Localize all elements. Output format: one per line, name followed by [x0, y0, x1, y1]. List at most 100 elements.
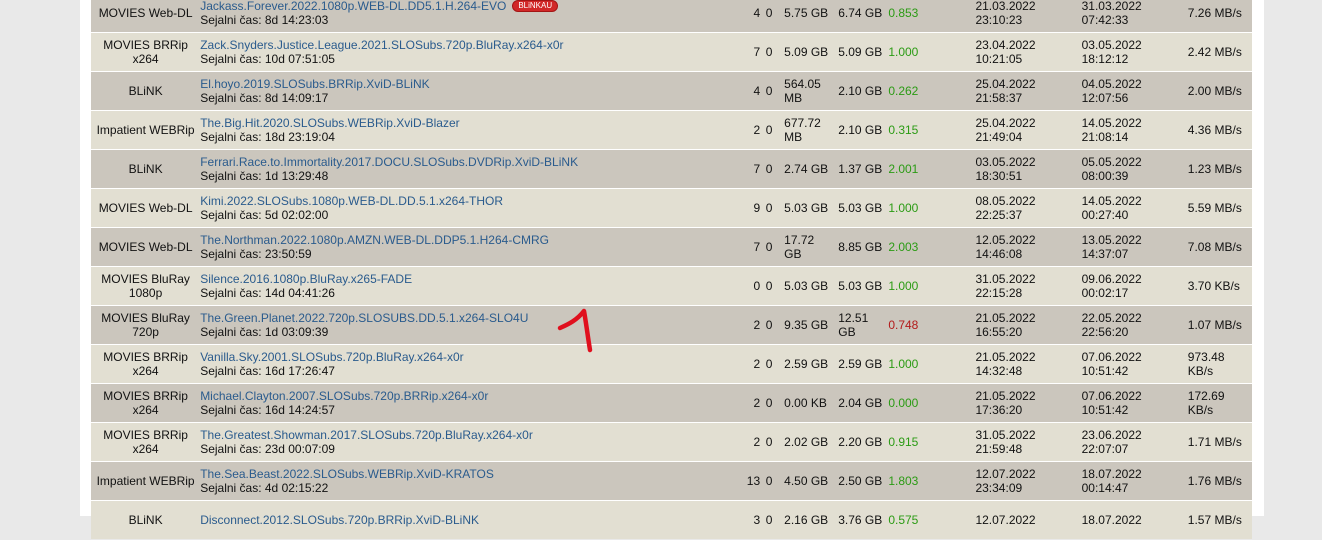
completed-cell: 14.05.2022 21:08:14 — [1081, 111, 1188, 149]
size-cell: 1.37 GB — [834, 150, 887, 188]
name-cell: Ferrari.Race.to.Immortality.2017.DOCU.SL… — [200, 150, 743, 188]
category-label: MOVIES BRRip x264 — [103, 428, 188, 456]
speed-cell: 7.26 MB/s — [1187, 0, 1252, 32]
seed-time: Sejalni čas: 23:50:59 — [200, 247, 312, 261]
size-cell: 5.03 GB — [834, 189, 887, 227]
torrent-link[interactable]: Michael.Clayton.2007.SLOSubs.720p.BRRip.… — [200, 389, 742, 403]
group-badge: BLiNKAU — [512, 0, 559, 12]
torrent-link[interactable]: The.Green.Planet.2022.720p.SLOSUBS.DD.5.… — [200, 311, 742, 325]
leechers-cell: 0 — [760, 462, 779, 500]
name-cell: Zack.Snyders.Justice.League.2021.SLOSubs… — [200, 33, 743, 71]
size-cell: 12.51 GB — [834, 306, 887, 344]
table-row: Impatient WEBRip The.Sea.Beast.2022.SLOSu… — [91, 462, 1252, 500]
category-cell: BLiNK — [91, 501, 201, 539]
size-cell: 2.04 GB — [834, 384, 887, 422]
category-label: BLiNK — [128, 513, 163, 527]
torrent-link[interactable]: Ferrari.Race.to.Immortality.2017.DOCU.SL… — [200, 155, 742, 169]
downloaded-cell: 677.72 MB — [778, 111, 835, 149]
name-cell: The.Sea.Beast.2022.SLOSubs.WEBRip.XviD-K… — [200, 462, 743, 500]
downloaded-cell: 5.03 GB — [778, 267, 835, 305]
torrent-link[interactable]: Kimi.2022.SLOSubs.1080p.WEB-DL.DD.5.1.x2… — [200, 194, 742, 208]
category-cell: MOVIES BRRip x264 — [91, 345, 201, 383]
category-label: MOVIES Web-DL — [98, 201, 193, 215]
downloaded-cell: 5.03 GB — [778, 189, 835, 227]
speed-cell: 5.59 MB/s — [1187, 189, 1252, 227]
ratio-cell: 0.262 — [886, 72, 976, 110]
name-cell: The.Big.Hit.2020.SLOSubs.WEBRip.XviD-Bla… — [200, 111, 743, 149]
category-label: Impatient WEBRip — [96, 123, 195, 137]
leechers-cell: 0 — [760, 150, 779, 188]
torrent-link[interactable]: The.Northman.2022.1080p.AMZN.WEB-DL.DDP5… — [200, 233, 742, 247]
completed-cell: 07.06.2022 10:51:42 — [1081, 384, 1188, 422]
added-cell: 12.07.2022 — [975, 501, 1082, 539]
seeders-cell: 13 — [742, 462, 761, 500]
category-label: Impatient WEBRip — [96, 474, 195, 488]
table-row: BLiNK Disconnect.2012.SLOSubs.720p.BRRip.… — [91, 501, 1252, 539]
leechers-cell: 0 — [760, 0, 779, 32]
name-cell: Jackass.Forever.2022.1080p.WEB-DL.DD5.1.… — [200, 0, 743, 32]
category-cell: MOVIES BRRip x264 — [91, 33, 201, 71]
seeders-cell: 3 — [742, 501, 761, 539]
torrent-link[interactable]: Disconnect.2012.SLOSubs.720p.BRRip.XviD-… — [200, 513, 742, 527]
category-label: BLiNK — [128, 162, 163, 176]
size-cell: 2.50 GB — [834, 462, 887, 500]
size-cell: 3.76 GB — [834, 501, 887, 539]
name-cell: Michael.Clayton.2007.SLOSubs.720p.BRRip.… — [200, 384, 743, 422]
name-cell: The.Northman.2022.1080p.AMZN.WEB-DL.DDP5… — [200, 228, 743, 266]
torrent-link[interactable]: The.Big.Hit.2020.SLOSubs.WEBRip.XviD-Bla… — [200, 116, 742, 130]
leechers-cell: 0 — [760, 267, 779, 305]
speed-cell: 2.00 MB/s — [1187, 72, 1252, 110]
leechers-cell: 0 — [760, 72, 779, 110]
table-row: MOVIES BRRip x264 Zack.Snyders.Justice.Le… — [91, 33, 1252, 71]
name-cell: Disconnect.2012.SLOSubs.720p.BRRip.XviD-… — [200, 501, 743, 539]
added-cell: 25.04.2022 21:58:37 — [975, 72, 1082, 110]
added-cell: 03.05.2022 18:30:51 — [975, 150, 1082, 188]
size-cell: 5.03 GB — [834, 267, 887, 305]
name-cell: Vanilla.Sky.2001.SLOSubs.720p.BluRay.x26… — [200, 345, 743, 383]
speed-cell: 1.71 MB/s — [1187, 423, 1252, 461]
downloaded-cell: 17.72 GB — [778, 228, 835, 266]
torrent-link[interactable]: The.Sea.Beast.2022.SLOSubs.WEBRip.XviD-K… — [200, 467, 742, 481]
ratio-cell: 0.915 — [886, 423, 976, 461]
completed-cell: 13.05.2022 14:37:07 — [1081, 228, 1188, 266]
category-label: BLiNK — [128, 84, 163, 98]
seeders-cell: 0 — [742, 267, 761, 305]
speed-cell: 172.69 KB/s — [1187, 384, 1252, 422]
seed-time: Sejalni čas: 16d 14:24:57 — [200, 403, 335, 417]
speed-cell: 7.08 MB/s — [1187, 228, 1252, 266]
category-label: MOVIES Web-DL — [98, 240, 193, 254]
table-row: BLiNK El.hoyo.2019.SLOSubs.BRRip.XviD-BLi… — [91, 72, 1252, 110]
category-cell: MOVIES BluRay 720p — [91, 306, 201, 344]
speed-cell: 973.48 KB/s — [1187, 345, 1252, 383]
ratio-cell: 2.001 — [886, 150, 976, 188]
added-cell: 12.05.2022 14:46:08 — [975, 228, 1082, 266]
table-row: Impatient WEBRip The.Big.Hit.2020.SLOSubs… — [91, 111, 1252, 149]
ratio-cell: 0.853 — [886, 0, 976, 32]
seeders-cell: 7 — [742, 228, 761, 266]
torrent-link[interactable]: The.Greatest.Showman.2017.SLOSubs.720p.B… — [200, 428, 742, 442]
added-cell: 23.04.2022 10:21:05 — [975, 33, 1082, 71]
speed-cell: 1.57 MB/s — [1187, 501, 1252, 539]
seed-time: Sejalni čas: 14d 04:41:26 — [200, 286, 335, 300]
torrent-link[interactable]: Zack.Snyders.Justice.League.2021.SLOSubs… — [200, 38, 742, 52]
torrent-link[interactable]: Silence.2016.1080p.BluRay.x265-FADE — [200, 272, 742, 286]
leechers-cell: 0 — [760, 423, 779, 461]
torrent-link[interactable]: Jackass.Forever.2022.1080p.WEB-DL.DD5.1.… — [200, 0, 742, 13]
seed-time: Sejalni čas: 8d 14:23:03 — [200, 13, 329, 27]
downloaded-cell: 2.59 GB — [778, 345, 835, 383]
leechers-cell: 0 — [760, 306, 779, 344]
leechers-cell: 0 — [760, 228, 779, 266]
seed-time: Sejalni čas: 4d 02:15:22 — [200, 481, 329, 495]
torrent-link[interactable]: Vanilla.Sky.2001.SLOSubs.720p.BluRay.x26… — [200, 350, 742, 364]
torrent-history-table: MOVIES Web-DL Jackass.Forever.2022.1080p.… — [91, 0, 1252, 540]
completed-cell: 22.05.2022 22:56:20 — [1081, 306, 1188, 344]
category-cell: Impatient WEBRip — [91, 111, 201, 149]
torrent-link[interactable]: El.hoyo.2019.SLOSubs.BRRip.XviD-BLiNK — [200, 77, 742, 91]
added-cell: 21.05.2022 17:36:20 — [975, 384, 1082, 422]
category-cell: BLiNK — [91, 72, 201, 110]
downloaded-cell: 5.75 GB — [778, 0, 835, 32]
speed-cell: 1.76 MB/s — [1187, 462, 1252, 500]
table-row: BLiNK Ferrari.Race.to.Immortality.2017.DO… — [91, 150, 1252, 188]
category-cell: MOVIES Web-DL — [91, 228, 201, 266]
completed-cell: 03.05.2022 18:12:12 — [1081, 33, 1188, 71]
